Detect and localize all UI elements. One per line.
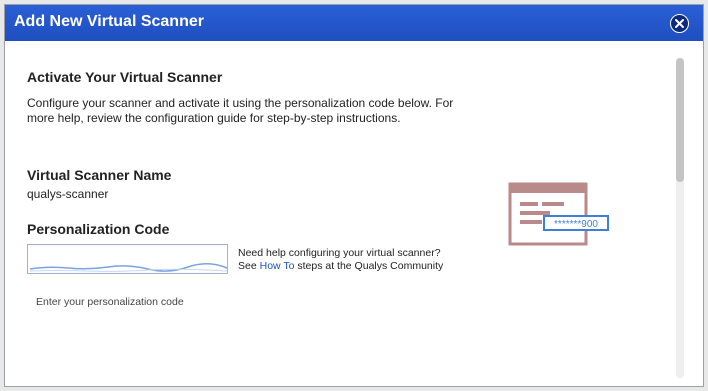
help-line-1: Need help configuring your virtual scann…: [238, 247, 441, 259]
personalization-code-hint: Enter your personalization code: [36, 296, 184, 308]
scanner-name-label: Virtual Scanner Name: [27, 167, 172, 183]
activate-description: Configure your scanner and activate it u…: [27, 96, 454, 125]
dialog-content: Activate Your Virtual Scanner Configure …: [5, 41, 703, 386]
help-line-2: See How To steps at the Qualys Community: [238, 260, 443, 273]
close-button[interactable]: [670, 14, 689, 33]
help-line-2-prefix: See: [238, 260, 260, 272]
scrollbar-thumb[interactable]: [676, 58, 684, 182]
personalization-code-label: Personalization Code: [27, 221, 170, 237]
illustration-code-text: *******900: [554, 219, 598, 230]
help-line-2-suffix: steps at the Qualys Community: [294, 260, 444, 272]
dialog-titlebar: Add New Virtual Scanner: [5, 5, 703, 41]
close-icon: [675, 19, 684, 28]
how-to-link[interactable]: How To: [260, 260, 295, 272]
help-text: Need help configuring your virtual scann…: [238, 247, 443, 273]
vertical-scrollbar[interactable]: [676, 58, 684, 378]
activate-heading: Activate Your Virtual Scanner: [27, 69, 223, 85]
scanner-name-value: qualys-scanner: [27, 187, 109, 201]
scanner-code-illustration: *******900: [508, 182, 612, 251]
add-virtual-scanner-dialog: Add New Virtual Scanner Activate Your Vi…: [4, 4, 704, 387]
dialog-title: Add New Virtual Scanner: [14, 13, 204, 30]
code-field-waveline: [29, 263, 227, 272]
personalization-code-field[interactable]: [27, 244, 228, 274]
